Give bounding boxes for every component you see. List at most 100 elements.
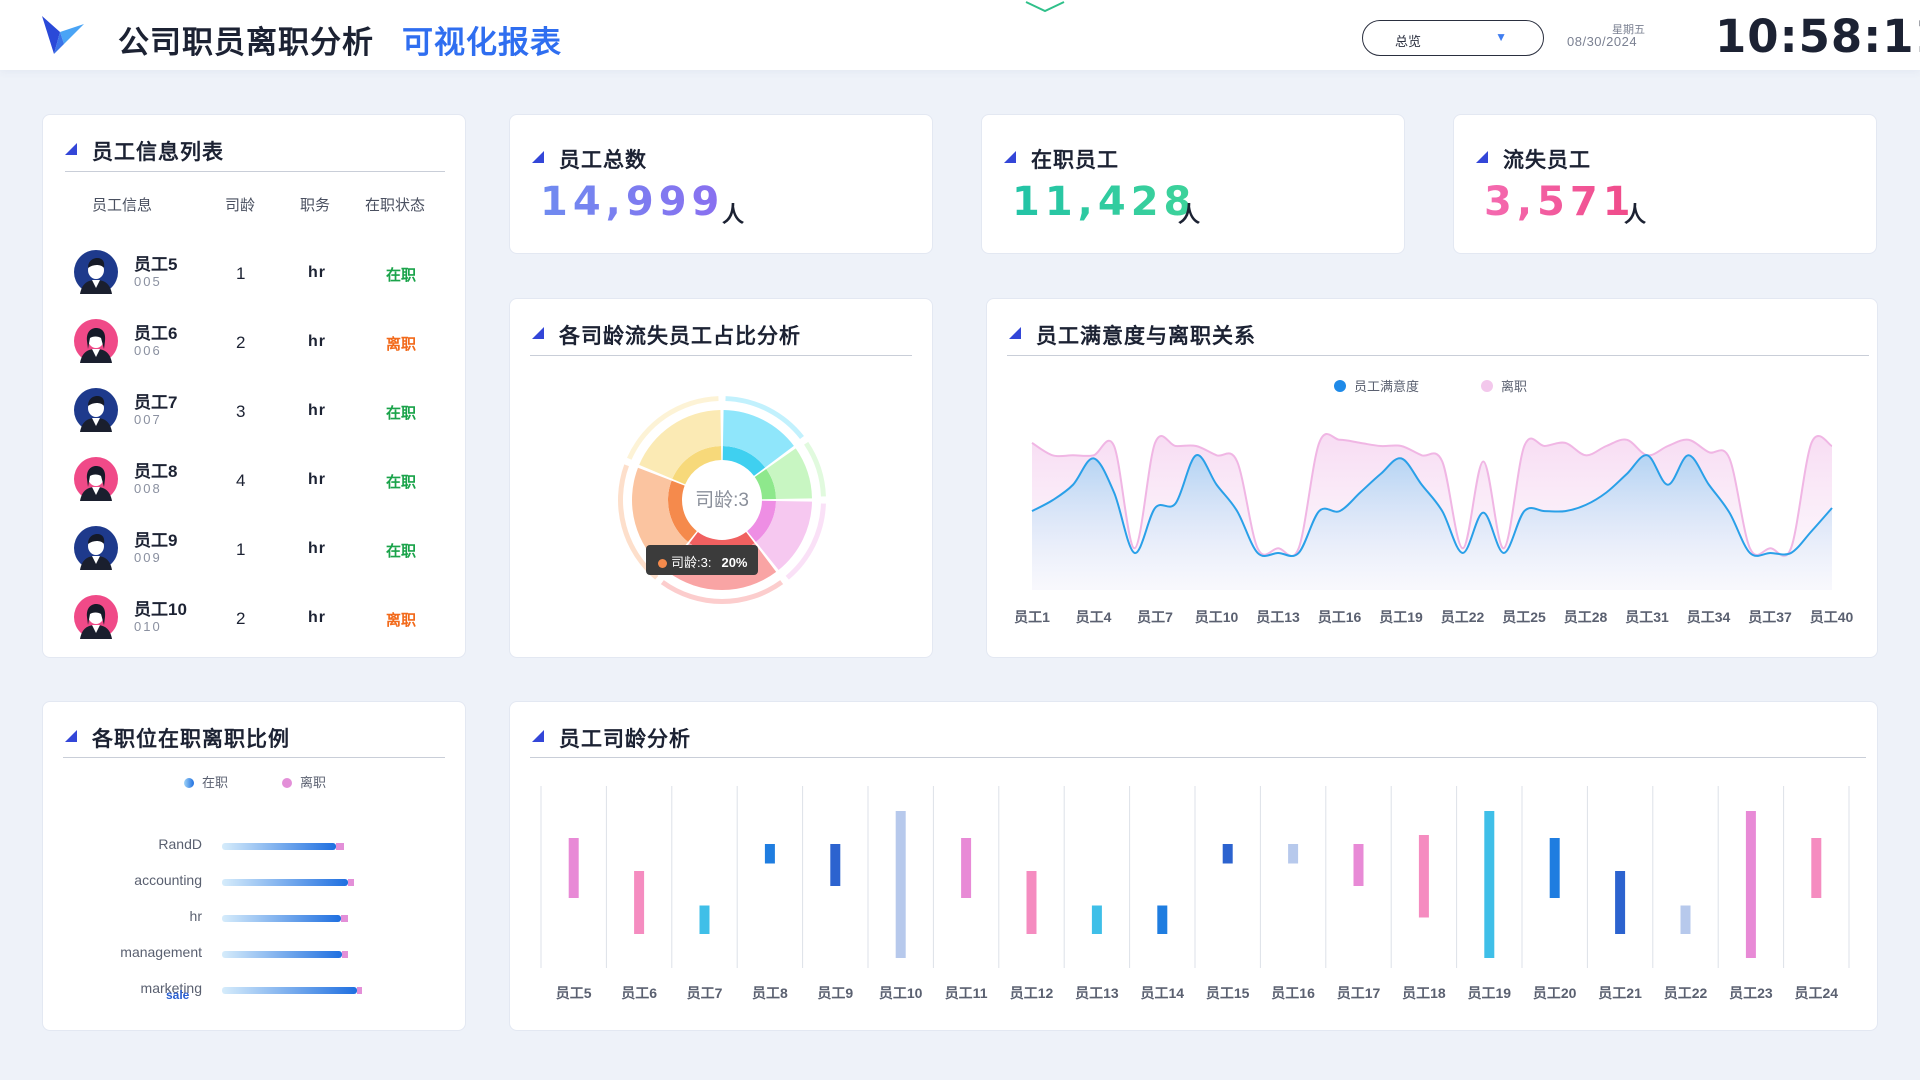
employee-row[interactable]: 员工6 006 2 hr 离职 <box>44 309 444 369</box>
employee-row[interactable]: 员工5 005 1 hr 在职 <box>44 240 444 300</box>
logo-icon <box>42 16 84 54</box>
x-tick-label: 员工16 <box>1317 609 1362 625</box>
x-tick-label: 员工16 <box>1271 985 1315 1001</box>
x-tick-label: 员工28 <box>1563 609 1608 625</box>
male-avatar-icon <box>74 388 118 432</box>
x-tick-label: 员工11 <box>944 985 988 1001</box>
dept-left-bar[interactable] <box>342 951 348 958</box>
x-tick-label: 员工4 <box>1075 609 1112 625</box>
donut-center-label: 司龄:3 <box>695 489 749 511</box>
tenure-bar[interactable] <box>830 844 841 886</box>
tenure-bar-chart[interactable] <box>540 786 1850 972</box>
legend-label: 员工满意度 <box>1354 379 1420 394</box>
employee-tenure: 2 <box>236 609 246 628</box>
x-tick-label: 员工21 <box>1598 985 1642 1001</box>
x-tick-label: 员工19 <box>1379 609 1423 625</box>
status-badge: 在职 <box>386 474 417 491</box>
dept-active-bar[interactable] <box>222 879 348 886</box>
divider <box>63 757 445 758</box>
page-title-accent: 可视化报表 <box>402 25 562 60</box>
x-tick-label: 员工15 <box>1205 985 1250 1001</box>
dept-label: management <box>120 944 202 960</box>
tenure-bar[interactable] <box>1288 844 1299 864</box>
x-tick-label: 员工22 <box>1440 609 1485 625</box>
tenure-bar[interactable] <box>1680 905 1691 935</box>
tenure-bar[interactable] <box>895 811 906 958</box>
employee-tenure: 4 <box>236 471 246 490</box>
donut-tooltip: 司龄:3: 20% <box>646 545 758 575</box>
dept-label: accounting <box>134 872 202 888</box>
dept-active-bar[interactable] <box>222 987 357 994</box>
dept-left-bar[interactable] <box>336 843 344 850</box>
tenure-bar[interactable] <box>1353 844 1364 886</box>
kpi-active-card: 在职员工 11,428 人 <box>981 114 1405 254</box>
tenure-bar[interactable] <box>1745 811 1756 958</box>
dept-active-bar[interactable] <box>222 915 341 922</box>
satisfaction-legend-item[interactable]: 员工满意度 <box>1334 376 1419 395</box>
employee-job: hr <box>308 471 326 488</box>
overlap-label: sale <box>166 988 190 1002</box>
employee-name: 员工9 <box>134 531 178 550</box>
employee-row[interactable]: 员工10 010 2 hr 离职 <box>44 585 444 645</box>
tenure-bar[interactable] <box>961 838 972 898</box>
tenure-bar[interactable] <box>634 871 645 934</box>
tenure-bar[interactable] <box>764 844 775 864</box>
left-legend-item[interactable]: 离职 <box>1481 376 1527 395</box>
view-select[interactable]: 总览 ▼ <box>1362 20 1544 56</box>
section-marker-icon <box>532 151 544 163</box>
kpi-left-card: 流失员工 3,571 人 <box>1453 114 1877 254</box>
divider <box>530 355 912 356</box>
tenure-bar[interactable] <box>1811 838 1822 898</box>
employee-id: 008 <box>134 481 162 496</box>
female-avatar-icon <box>74 595 118 639</box>
employee-row[interactable]: 员工7 007 3 hr 在职 <box>44 378 444 438</box>
employee-tenure: 1 <box>236 264 246 283</box>
employee-row[interactable]: 员工8 008 4 hr 在职 <box>44 447 444 507</box>
section-marker-icon <box>532 327 544 339</box>
view-select-value: 总览 <box>1395 34 1422 49</box>
active-legend-item[interactable]: 在职 <box>184 772 228 791</box>
tenure-bar[interactable] <box>1222 844 1233 864</box>
dept-left-bar[interactable] <box>348 879 354 886</box>
section-marker-icon <box>65 143 77 155</box>
tenure-bar[interactable] <box>1549 838 1560 898</box>
tenure-bar[interactable] <box>568 838 579 898</box>
x-tick-label: 员工7 <box>1137 609 1173 625</box>
legend-label: 离职 <box>1501 379 1528 394</box>
tenure-bar[interactable] <box>699 905 710 935</box>
dept-active-bar[interactable] <box>222 951 342 958</box>
employee-id: 007 <box>134 412 162 427</box>
tooltip-dot-icon <box>658 559 667 568</box>
donut-chart[interactable]: 司龄:3 <box>600 380 850 630</box>
date-label: 08/30/2024 <box>1567 34 1638 49</box>
employee-id: 006 <box>134 343 162 358</box>
dept-label: hr <box>189 908 202 924</box>
section-marker-icon <box>1009 327 1021 339</box>
status-badge: 离职 <box>386 336 417 353</box>
employee-tenure: 1 <box>236 540 246 559</box>
tenure-bar[interactable] <box>1615 871 1626 934</box>
tenure-bar[interactable] <box>1026 871 1037 934</box>
status-badge: 在职 <box>386 267 417 284</box>
male-avatar-icon <box>74 250 118 294</box>
tenure-bar[interactable] <box>1484 811 1495 958</box>
collapse-chevron-icon[interactable] <box>1022 0 1068 14</box>
kpi-left-value: 3,571 <box>1484 179 1636 225</box>
dept-left-bar[interactable] <box>340 915 348 922</box>
tenure-bar[interactable] <box>1157 905 1168 935</box>
x-tick-label: 员工37 <box>1748 609 1792 625</box>
x-tick-label: 员工9 <box>817 985 854 1001</box>
dept-active-bar[interactable] <box>222 843 336 850</box>
left-legend-item[interactable]: 离职 <box>282 772 326 791</box>
kpi-total-unit: 人 <box>722 202 745 227</box>
employee-row[interactable]: 员工9 009 1 hr 在职 <box>44 516 444 576</box>
divider <box>1007 355 1869 356</box>
tenure-bar[interactable] <box>1091 905 1102 935</box>
employee-name: 员工8 <box>134 462 178 481</box>
col-header-info: 员工信息 <box>92 197 153 214</box>
employee-id: 005 <box>134 274 162 289</box>
tenure-bar[interactable] <box>1418 835 1429 918</box>
dept-label: RandD <box>158 836 202 852</box>
satisfaction-area-chart[interactable] <box>1030 400 1840 600</box>
dept-left-bar[interactable] <box>357 987 362 994</box>
